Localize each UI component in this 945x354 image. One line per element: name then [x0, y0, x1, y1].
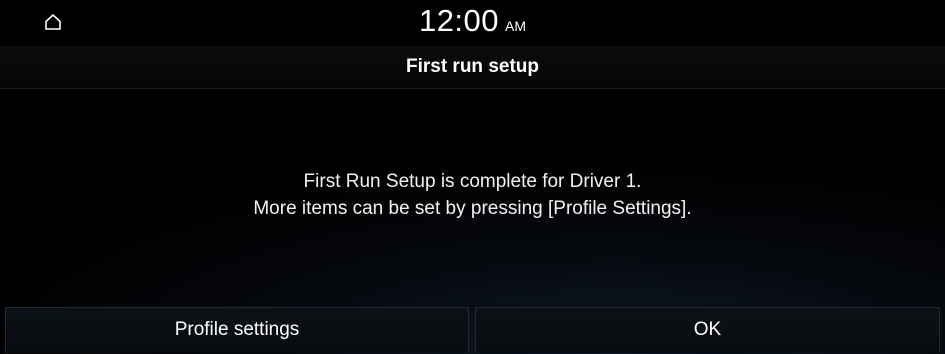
status-bar: 12:00 AM [0, 0, 945, 46]
clock: 12:00 AM [0, 3, 945, 39]
page-title: First run setup [0, 46, 945, 89]
button-bar: Profile settings OK [0, 307, 945, 354]
ok-button[interactable]: OK [475, 307, 940, 353]
message-line-1: First Run Setup is complete for Driver 1… [303, 171, 642, 192]
clock-time: 12:00 [418, 3, 500, 38]
completion-message: First Run Setup is complete for Driver 1… [0, 168, 945, 222]
message-line-2: More items can be set by pressing [Profi… [253, 198, 692, 219]
clock-ampm: AM [505, 18, 527, 34]
profile-settings-button[interactable]: Profile settings [5, 307, 469, 353]
screen: 12:00 AM First run setup First Run Setup … [0, 0, 945, 354]
